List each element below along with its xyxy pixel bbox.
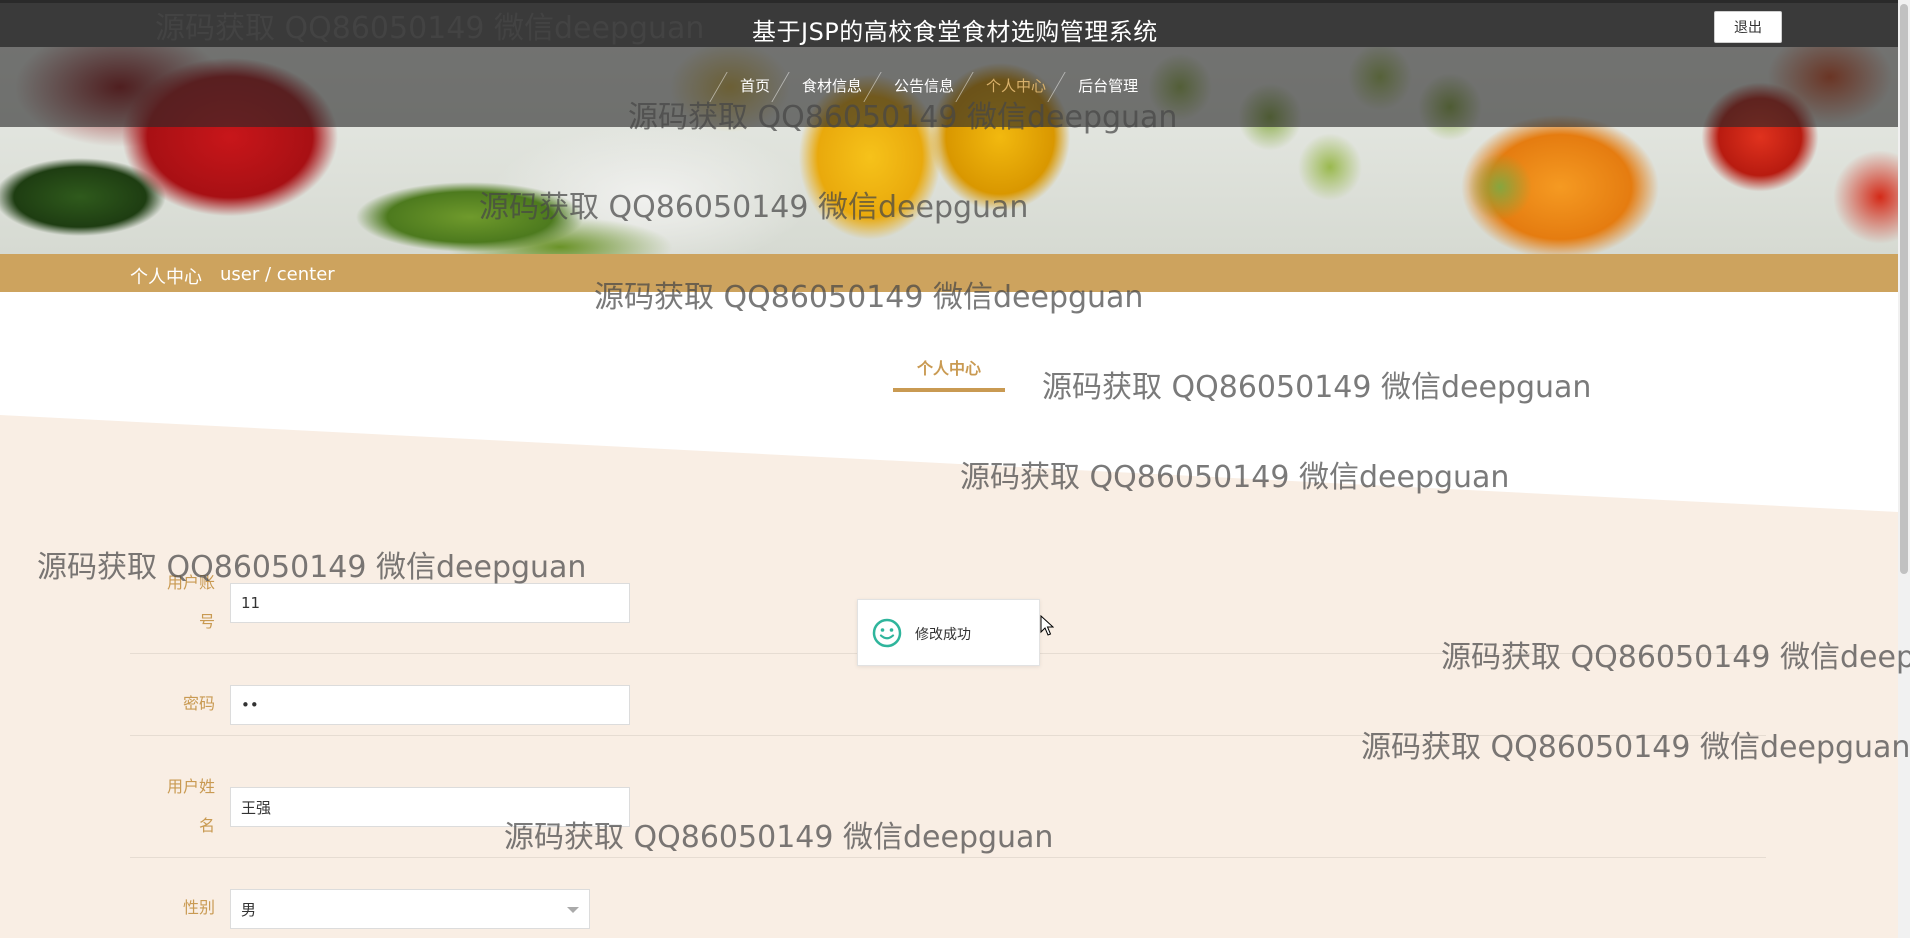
- site-title: 基于JSP的高校食堂食材选购管理系统: [752, 18, 1158, 46]
- chevron-down-icon: [567, 907, 579, 913]
- success-toast: 修改成功: [857, 599, 1040, 666]
- toast-message: 修改成功: [915, 627, 971, 643]
- nav-item-user-center[interactable]: 个人中心: [968, 68, 1060, 104]
- breadcrumb-title: 个人中心: [130, 267, 202, 288]
- account-input[interactable]: 11: [230, 583, 630, 623]
- form-divider: [130, 735, 1766, 736]
- nav-item-admin[interactable]: 后台管理: [1060, 68, 1152, 104]
- password-label: 密码: [182, 694, 215, 713]
- watermark-text: 源码获取 QQ86050149 微信deepguan: [1042, 370, 1592, 405]
- gender-select[interactable]: 男: [230, 889, 590, 929]
- gender-select-value: 男: [241, 900, 257, 919]
- gender-label: 性别: [182, 898, 215, 917]
- account-label: 用户账 号: [166, 573, 215, 631]
- nav-item-announcements[interactable]: 公告信息: [876, 68, 968, 104]
- name-label: 用户姓 名: [166, 777, 215, 835]
- top-bar: 基于JSP的高校食堂食材选购管理系统 退出: [0, 0, 1898, 47]
- logout-button[interactable]: 退出: [1714, 11, 1782, 43]
- nav-item-home[interactable]: 首页: [722, 68, 784, 104]
- breadcrumb: 个人中心 user / center: [0, 254, 1898, 292]
- tab-active-underline: [893, 388, 1005, 392]
- tab-user-center[interactable]: 个人中心: [893, 355, 1005, 379]
- mouse-cursor-icon: [1040, 615, 1054, 636]
- scrollbar-thumb[interactable]: [1900, 4, 1908, 574]
- nav-item-ingredients[interactable]: 食材信息: [784, 68, 876, 104]
- smile-icon: [872, 618, 902, 648]
- main-nav: 首页 食材信息 公告信息 个人中心 后台管理: [722, 68, 1152, 104]
- form-divider: [130, 857, 1766, 858]
- password-input[interactable]: ••: [230, 685, 630, 725]
- breadcrumb-subtitle: user / center: [220, 264, 335, 285]
- name-input[interactable]: 王强: [230, 787, 630, 827]
